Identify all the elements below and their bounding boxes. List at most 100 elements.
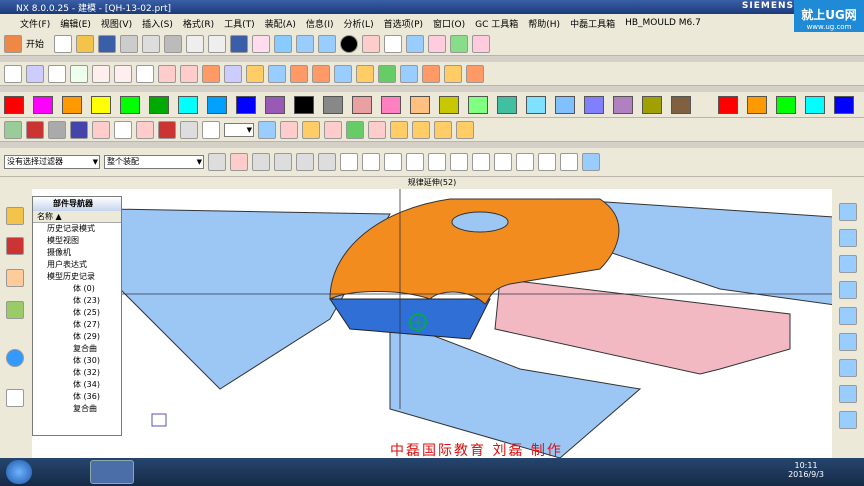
through-curves-icon[interactable] [224,64,242,83]
color-swatch[interactable] [526,95,546,114]
crosshair-icon[interactable] [230,153,248,171]
nx-taskbar-button[interactable] [90,460,134,484]
select-all-icon[interactable] [208,153,226,171]
system-clock[interactable]: 10:11 2016/9/3 [788,461,824,479]
edit-icon[interactable] [368,120,386,139]
color-swatch[interactable] [613,95,633,114]
copy-icon[interactable] [142,34,161,53]
snap-line-icon[interactable] [406,153,424,171]
color-swatch[interactable] [718,95,738,114]
color-swatch[interactable] [642,95,662,114]
tree-row-user-expressions[interactable]: 用户表达式 [33,259,121,271]
surface-tool-icon[interactable] [839,333,857,351]
color-swatch[interactable] [439,95,459,114]
trim-body-icon[interactable] [268,64,286,83]
tree-row-feature[interactable]: 体 (25) [33,307,121,319]
shaded-icon[interactable] [340,34,359,53]
color-swatch[interactable] [62,95,82,114]
assembly-navigator-tab-icon[interactable] [6,237,24,255]
tree-row-feature[interactable]: 体 (29) [33,331,121,343]
move-object-icon[interactable] [378,64,396,83]
offset-surface-icon[interactable] [312,64,330,83]
snap-tangent-icon[interactable] [472,153,490,171]
color-swatch[interactable] [410,95,430,114]
color-swatch[interactable] [294,95,314,114]
cylinder-icon[interactable] [456,120,474,139]
background-icon[interactable] [384,34,403,53]
menu-view[interactable]: 视图(V) [101,17,132,30]
view-cube-icon[interactable] [582,153,600,171]
tree-row-feature[interactable]: 体 (32) [33,367,121,379]
arrow-icon[interactable] [324,120,342,139]
surface-tool-icon[interactable] [839,255,857,273]
surface-tool-icon[interactable] [839,385,857,403]
arc-icon[interactable] [472,34,491,53]
layer-label-icon[interactable] [202,120,220,139]
history-tab-icon[interactable] [6,389,24,407]
tree-row-model-history[interactable]: 模型历史记录 [33,271,121,283]
tree-row-cameras[interactable]: 摄像机 [33,247,121,259]
delete-icon[interactable] [92,120,110,139]
face-select-icon[interactable] [296,153,314,171]
color-swatch[interactable] [381,95,401,114]
color-swatch[interactable] [207,95,227,114]
sew-icon[interactable] [290,64,308,83]
snap-point-icon[interactable] [428,153,446,171]
law-extension-icon[interactable] [246,64,264,83]
tree-row-feature[interactable]: 体 (0) [33,283,121,295]
surface-tool-icon[interactable] [839,307,857,325]
tree-row-feature[interactable]: 体 (23) [33,295,121,307]
constraint-navigator-tab-icon[interactable] [6,269,24,287]
color-swatch[interactable] [497,95,517,114]
layer-icon[interactable] [180,120,198,139]
curve-icon[interactable] [450,34,469,53]
reuse-library-tab-icon[interactable] [6,301,24,319]
tree-row-feature[interactable]: 体 (30) [33,355,121,367]
shell-icon[interactable] [356,64,374,83]
tree-row-feature[interactable]: 体 (27) [33,319,121,331]
color-swatch[interactable] [91,95,111,114]
axis-icon[interactable] [92,64,110,83]
color-swatch[interactable] [805,95,825,114]
snap-center-icon[interactable] [494,153,512,171]
edge-select-icon[interactable] [318,153,336,171]
plane-icon[interactable] [114,64,132,83]
color-swatch[interactable] [584,95,604,114]
fit-view-icon[interactable] [252,34,271,53]
extrude-icon[interactable] [158,64,176,83]
surface-tool-icon[interactable] [839,203,857,221]
part-navigator-tab-icon[interactable] [6,207,24,225]
g-icon[interactable] [114,120,132,139]
rect-select-icon[interactable] [340,153,358,171]
tree-row-feature[interactable]: 复合曲 [33,403,121,415]
feature-select-icon[interactable] [274,153,292,171]
menu-insert[interactable]: 插入(S) [142,17,173,30]
paste-icon[interactable] [164,34,183,53]
blend-icon[interactable] [400,64,418,83]
tree-row-feature[interactable]: 体 (36) [33,391,121,403]
menu-edit[interactable]: 编辑(E) [60,17,91,30]
tree-row-feature[interactable]: 复合曲 [33,343,121,355]
pencil-icon[interactable] [390,120,408,139]
surface-tool-icon[interactable] [839,281,857,299]
gray-cube-icon[interactable] [48,120,66,139]
color-swatch[interactable] [120,95,140,114]
navigator-column-header[interactable]: 名称 ▲ [33,211,121,223]
box-icon[interactable] [158,120,176,139]
iso-view-icon[interactable] [274,34,293,53]
save-as-icon[interactable] [230,34,249,53]
menu-hb-mould[interactable]: HB_MOULD M6.7 [625,18,701,28]
chamfer-icon[interactable] [422,64,440,83]
menu-info[interactable]: 信息(I) [306,17,334,30]
color-swatch[interactable] [33,95,53,114]
datum-csys-icon[interactable] [70,64,88,83]
undo-icon[interactable] [186,34,205,53]
color-swatch[interactable] [323,95,343,114]
snap-arc-icon[interactable] [450,153,468,171]
save-icon[interactable] [98,34,117,53]
revolve-icon[interactable] [180,64,198,83]
point-icon[interactable] [136,64,154,83]
color-swatch[interactable] [4,95,24,114]
new-file-icon[interactable] [54,34,73,53]
color-swatch[interactable] [236,95,256,114]
